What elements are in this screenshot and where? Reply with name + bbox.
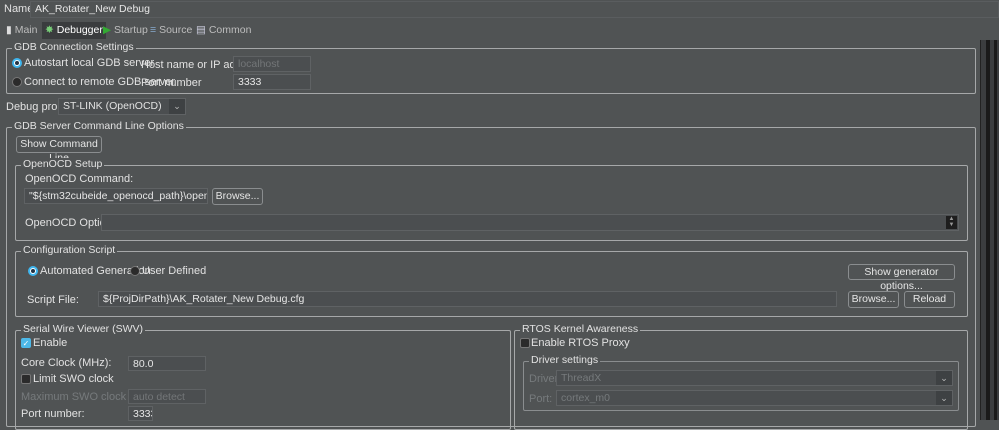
openocd-browse-button[interactable]: Browse... [212,188,263,205]
group-title: Configuration Script [21,244,117,256]
enable-rtos-proxy-checkbox[interactable] [520,338,530,348]
group-title: RTOS Kernel Awareness [520,323,640,335]
port-input[interactable]: 3333 [233,74,311,90]
swv-port-input[interactable]: 3333 [128,406,153,421]
window-icon: ▤ [196,24,206,36]
reload-button[interactable]: Reload [904,291,955,308]
tab-debugger[interactable]: ✸ Debugger [42,22,106,39]
play-icon: ▶ [103,24,111,36]
debug-probe-value: ST-LINK (OpenOCD) [63,100,162,112]
show-generator-options-button[interactable]: Show generator options... [848,264,955,280]
host-input[interactable]: localhost [233,56,311,72]
core-clock-input[interactable]: 80.0 [128,356,206,371]
chevron-down-icon: ⌄ [936,391,952,405]
tab-main[interactable]: ▮ Main [3,22,40,39]
tab-label: Main [15,24,38,36]
script-browse-button[interactable]: Browse... [848,291,899,308]
max-swo-input[interactable]: auto detect [128,389,206,404]
group-title: GDB Connection Settings [12,41,136,53]
driver-value: ThreadX [561,372,601,384]
source-icon: ≡ [150,24,156,36]
autostart-label: Autostart local GDB server [24,57,154,69]
tab-startup[interactable]: ▶ Startup [100,22,151,39]
swv-enable-label: Enable [33,337,67,349]
enable-rtos-proxy-label: Enable RTOS Proxy [531,337,630,349]
tab-source[interactable]: ≡ Source [147,22,195,39]
name-input[interactable]: AK_Rotater_New Debug [30,1,999,18]
tab-label: Source [159,24,192,36]
scroll-arrows-icon[interactable]: ▲▼ [946,216,957,229]
limit-swo-checkbox[interactable] [21,374,31,384]
openocd-command-input[interactable]: "${stm32cubeide_openocd_path}\openocd.ex… [24,188,208,204]
autostart-radio[interactable] [12,58,22,68]
script-file-label: Script File: [27,294,79,306]
tab-label: Debugger [57,24,103,36]
driver-select[interactable]: ThreadX ⌄ [556,370,953,386]
openocd-options-input[interactable] [101,214,959,231]
script-file-input[interactable]: ${ProjDirPath}\AK_Rotater_New Debug.cfg [98,291,837,307]
swv-port-label: Port number: [21,408,85,420]
tab-label: Startup [114,24,148,36]
tab-common[interactable]: ▤ Common [193,22,254,39]
user-defined-label: User Defined [142,265,206,277]
group-title: GDB Server Command Line Options [12,120,186,132]
rtos-port-value: cortex_m0 [561,392,610,404]
bug-icon: ✸ [45,24,54,36]
scrollbar[interactable] [980,40,999,420]
swv-enable-checkbox[interactable]: ✓ [21,338,31,348]
chevron-down-icon: ⌄ [936,371,952,385]
core-clock-label: Core Clock (MHz): [21,357,111,369]
group-title: Driver settings [529,354,600,366]
rtos-port-label: Port: [529,393,552,405]
document-icon: ▮ [6,24,12,36]
tab-label: Common [209,24,252,36]
chevron-down-icon: ⌄ [169,99,185,114]
configuration-script-group: Configuration Script [15,251,968,317]
port-label: Port number [141,77,202,89]
limit-swo-label: Limit SWO clock [33,373,114,385]
group-title: OpenOCD Setup [21,158,104,170]
group-title: Serial Wire Viewer (SWV) [21,323,145,335]
openocd-command-label: OpenOCD Command: [25,173,133,185]
debug-probe-select[interactable]: ST-LINK (OpenOCD) ⌄ [58,98,186,115]
remote-radio[interactable] [12,77,22,87]
show-command-line-button[interactable]: Show Command Line [16,136,102,153]
automated-generation-radio[interactable] [28,266,38,276]
rtos-port-select[interactable]: cortex_m0 ⌄ [556,390,953,406]
user-defined-radio[interactable] [130,266,140,276]
